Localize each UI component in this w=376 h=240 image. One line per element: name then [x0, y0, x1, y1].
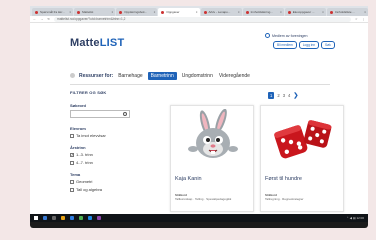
- member-login-area: Medlem av foreningen Bli medlem Logg inn…: [265, 33, 355, 49]
- browser-tab[interactable]: Mattelist ×: [74, 8, 116, 16]
- tab-favicon-icon: [119, 10, 123, 14]
- become-member-button[interactable]: Bli medlem: [273, 41, 297, 49]
- search-icon[interactable]: [43, 216, 47, 220]
- dice-illustration: [261, 106, 345, 170]
- browser-tab[interactable]: Arkiv - Lenapo... ×: [200, 8, 242, 16]
- checkbox-checked[interactable]: ✓: [70, 152, 74, 157]
- page-link[interactable]: 4: [288, 93, 290, 98]
- browser-tab[interactable]: Opplæringsbok... ×: [116, 8, 158, 16]
- card-meta-value: Tallkunnskap · Telling · Spesialpedagogi…: [175, 197, 232, 201]
- close-icon[interactable]: ×: [364, 10, 366, 14]
- close-icon[interactable]: ×: [322, 10, 324, 14]
- pagination: 1 2 3 4 ❯: [268, 92, 298, 99]
- user-icon: [265, 33, 270, 38]
- tab-favicon-icon: [161, 10, 165, 14]
- monitor-frame: Spørsmål fra lær... × Mattelist × Opplærin…: [30, 6, 368, 228]
- taskbar: ⌃ ◀ ▤ 12:00: [30, 214, 368, 222]
- tab-favicon-icon: [245, 10, 249, 14]
- close-icon[interactable]: ×: [111, 10, 113, 14]
- divider: [70, 84, 330, 85]
- search-icon[interactable]: [123, 112, 127, 116]
- forward-icon[interactable]: →: [40, 17, 43, 21]
- folder-icon[interactable]: [61, 216, 65, 220]
- word-icon[interactable]: [88, 216, 92, 220]
- tab-favicon-icon: [329, 10, 333, 14]
- filter-option[interactable]: Geometri: [70, 179, 140, 184]
- card-title[interactable]: Kaja Kanin: [175, 176, 202, 182]
- windows-start-icon[interactable]: [34, 216, 38, 220]
- tab-favicon-icon: [203, 10, 207, 14]
- card-title[interactable]: Først til hundre: [265, 176, 302, 182]
- checkbox[interactable]: [70, 133, 74, 138]
- address-bar: ← → ↻ mattelist.no/oppgaver/?utd=barnetr…: [30, 16, 368, 23]
- page-link[interactable]: 2: [277, 93, 279, 98]
- filter-heading: FILTRER OG SØK: [70, 90, 107, 95]
- tema-label: Tema: [70, 172, 81, 177]
- trinn-label: Årstrinn: [70, 145, 86, 150]
- nav-item-videregaende[interactable]: Videregående: [218, 72, 251, 80]
- search-button[interactable]: Søk: [321, 41, 335, 49]
- close-icon[interactable]: ×: [280, 10, 282, 14]
- bookmark-icon: [70, 73, 75, 78]
- checkbox[interactable]: [70, 187, 74, 192]
- nav-item-barnetrinn[interactable]: Barnetrinn: [147, 71, 177, 80]
- browser-tab[interactable]: Innholdsliste ... ×: [326, 8, 368, 16]
- task-view-icon[interactable]: [52, 216, 56, 220]
- screen: Spørsmål fra lær... × Mattelist × Opplærin…: [30, 6, 368, 222]
- browser-tab-active[interactable]: Oppgaver ×: [158, 8, 200, 16]
- nav-item-ungdomstrinn[interactable]: Ungdomstrinn: [181, 72, 214, 80]
- close-icon[interactable]: ×: [154, 10, 156, 14]
- close-icon[interactable]: ×: [69, 10, 71, 14]
- elevrom-label: Elevrom: [70, 126, 86, 131]
- site-logo[interactable]: MatteLIST: [70, 37, 124, 49]
- resource-card[interactable]: Kaja Kanin Stikkord Tallkunnskap · Telli…: [170, 105, 254, 212]
- app-icon[interactable]: [97, 216, 101, 220]
- menu-icon[interactable]: ⋮: [362, 17, 365, 21]
- browser-tab-bar: Spørsmål fra lær... × Mattelist × Opplærin…: [30, 6, 368, 16]
- close-icon[interactable]: ×: [196, 10, 198, 14]
- search-label: Søkeord: [70, 103, 87, 108]
- browser-tab[interactable]: Elevoppgaver ... ×: [284, 8, 326, 16]
- back-icon[interactable]: ←: [33, 17, 36, 21]
- star-icon[interactable]: ☆: [355, 17, 358, 21]
- reload-icon[interactable]: ↻: [47, 17, 50, 21]
- page-link[interactable]: 3: [283, 93, 285, 98]
- resource-nav-label: Ressurser for:: [79, 72, 114, 79]
- filter-option[interactable]: ✓ 1.-3. trinn: [70, 152, 140, 157]
- browser-tab[interactable]: Spørsmål fra lær... ×: [32, 8, 74, 16]
- resource-card[interactable]: Først til hundre Stikkord Tallregning · …: [260, 105, 344, 212]
- login-button[interactable]: Logg inn: [298, 41, 319, 49]
- edge-icon[interactable]: [70, 216, 74, 220]
- filter-sidebar: FILTRER OG SØK Søkeord Elevrom Ta imot e…: [70, 90, 140, 195]
- next-page-icon[interactable]: ❯: [293, 92, 298, 99]
- tab-favicon-icon: [77, 10, 81, 14]
- browser-tab[interactable]: Innholdslæring... ×: [242, 8, 284, 16]
- resource-nav: Ressurser for: Barnehage Barnetrinn Ungd…: [70, 71, 251, 80]
- close-icon[interactable]: ×: [238, 10, 240, 14]
- search-input[interactable]: [70, 110, 130, 118]
- rabbit-illustration: [171, 106, 255, 170]
- filter-option[interactable]: 4.-7. trinn: [70, 160, 140, 165]
- checkbox[interactable]: [70, 179, 74, 184]
- filter-option[interactable]: Tall og algebra: [70, 187, 140, 192]
- page-link[interactable]: 1: [268, 92, 275, 99]
- card-meta-value: Tallregning · Regnestrategier: [265, 197, 304, 201]
- url-field[interactable]: mattelist.no/oppgaver/?utd=barnetrinn&tr…: [54, 16, 351, 22]
- nav-item-barnehage[interactable]: Barnehage: [117, 72, 143, 80]
- login-title: Medlem av foreningen: [272, 33, 308, 38]
- checkbox[interactable]: [70, 160, 74, 165]
- system-tray[interactable]: ⌃ ◀ ▤ 12:00: [346, 216, 364, 220]
- filter-option[interactable]: Ta imot elevvisar: [70, 133, 140, 138]
- chrome-icon[interactable]: [79, 216, 83, 220]
- tab-favicon-icon: [35, 10, 38, 14]
- site-page: MatteLIST Medlem av foreningen Bli medle…: [30, 24, 368, 222]
- tab-favicon-icon: [287, 10, 291, 14]
